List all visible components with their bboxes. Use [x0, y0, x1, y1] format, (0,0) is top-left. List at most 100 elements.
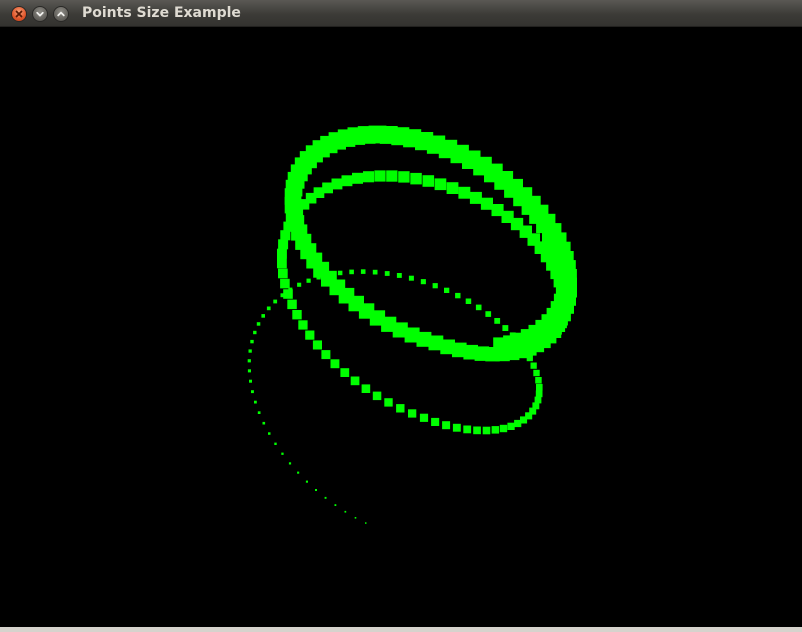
helix-point: [274, 442, 277, 445]
helix-point: [463, 425, 472, 434]
helix-point: [465, 298, 472, 304]
helix-point: [350, 376, 360, 386]
helix-points-scene: [247, 125, 577, 524]
window-bottom-border: [0, 627, 802, 632]
helix-point: [283, 289, 293, 299]
helix-point: [278, 239, 289, 250]
helix-point: [349, 269, 354, 275]
helix-point: [372, 391, 382, 401]
helix-point: [458, 186, 471, 199]
helix-point: [266, 306, 271, 311]
close-icon: [15, 10, 23, 18]
helix-point: [363, 171, 375, 183]
helix-point: [432, 283, 438, 289]
helix-point: [396, 273, 402, 278]
helix-point: [494, 318, 501, 324]
helix-point: [422, 175, 435, 187]
gl-canvas[interactable]: [0, 27, 802, 627]
helix-point: [475, 304, 482, 311]
helix-point: [469, 191, 482, 204]
close-button[interactable]: [11, 6, 27, 22]
helix-point: [507, 422, 515, 430]
helix-point: [535, 390, 543, 398]
helix-point: [446, 182, 459, 194]
helix-point: [306, 278, 311, 283]
helix-point: [250, 339, 254, 344]
helix-point: [292, 310, 302, 320]
title-bar[interactable]: Points Size Example: [0, 0, 802, 27]
helix-point: [247, 369, 251, 373]
helix-point: [247, 359, 251, 363]
helix-point: [534, 396, 542, 404]
helix-point: [324, 496, 327, 499]
helix-point: [452, 423, 461, 432]
helix-point: [321, 350, 331, 360]
helix-point: [485, 311, 492, 317]
helix-point: [277, 258, 287, 269]
helix-point: [410, 172, 422, 185]
helix-point: [331, 178, 343, 190]
helix-point: [268, 432, 271, 435]
helix-point: [315, 489, 317, 491]
window-title: Points Size Example: [82, 5, 241, 21]
helix-point: [281, 452, 284, 455]
helix-point: [455, 292, 461, 299]
helix-point: [442, 421, 451, 430]
helix-point: [408, 409, 417, 418]
helix-point: [262, 421, 266, 425]
helix-point: [408, 275, 414, 281]
minimize-button[interactable]: [32, 6, 48, 22]
helix-point: [493, 337, 515, 359]
helix-point: [530, 362, 537, 369]
helix-point: [533, 369, 540, 377]
helix-point: [340, 368, 350, 377]
helix-point: [352, 172, 363, 184]
maximize-icon: [57, 11, 65, 17]
helix-point: [482, 426, 491, 435]
helix-point: [277, 248, 287, 259]
helix-point: [261, 314, 265, 318]
helix-point: [499, 424, 508, 433]
helix-point: [344, 510, 347, 513]
helix-point: [334, 504, 337, 506]
helix-point: [254, 400, 257, 404]
helix-point: [398, 171, 410, 183]
helix-point: [253, 330, 257, 335]
helix-point: [480, 197, 493, 210]
helix-point: [297, 471, 300, 474]
helix-point: [360, 269, 366, 274]
helix-point: [374, 170, 386, 182]
minimize-icon: [36, 11, 44, 17]
helix-point: [298, 320, 308, 330]
helix-point: [372, 269, 378, 275]
helix-point: [535, 377, 542, 384]
helix-point: [473, 426, 481, 435]
helix-point: [536, 383, 543, 391]
helix-point: [444, 287, 450, 293]
helix-point: [419, 413, 429, 422]
helix-point: [502, 325, 509, 331]
helix-point: [249, 379, 252, 383]
helix-point: [354, 517, 357, 519]
helix-point: [256, 322, 261, 326]
helix-point: [386, 170, 398, 182]
helix-point: [491, 426, 500, 434]
helix-point: [365, 522, 367, 524]
helix-point: [251, 390, 254, 394]
app-window: Points Size Example: [0, 0, 802, 632]
helix-point: [278, 268, 288, 279]
helix-point: [384, 271, 390, 276]
helix-point: [305, 330, 315, 340]
helix-point: [312, 340, 322, 350]
helix-point: [330, 359, 340, 369]
helix-point: [384, 398, 393, 407]
helix-point: [273, 299, 278, 304]
maximize-button[interactable]: [53, 6, 69, 22]
helix-point: [322, 182, 333, 194]
helix-point: [396, 404, 405, 413]
helix-point: [514, 419, 522, 428]
helix-point: [434, 178, 447, 191]
helix-point: [287, 299, 297, 310]
helix-point: [341, 175, 353, 187]
helix-point: [361, 384, 371, 393]
